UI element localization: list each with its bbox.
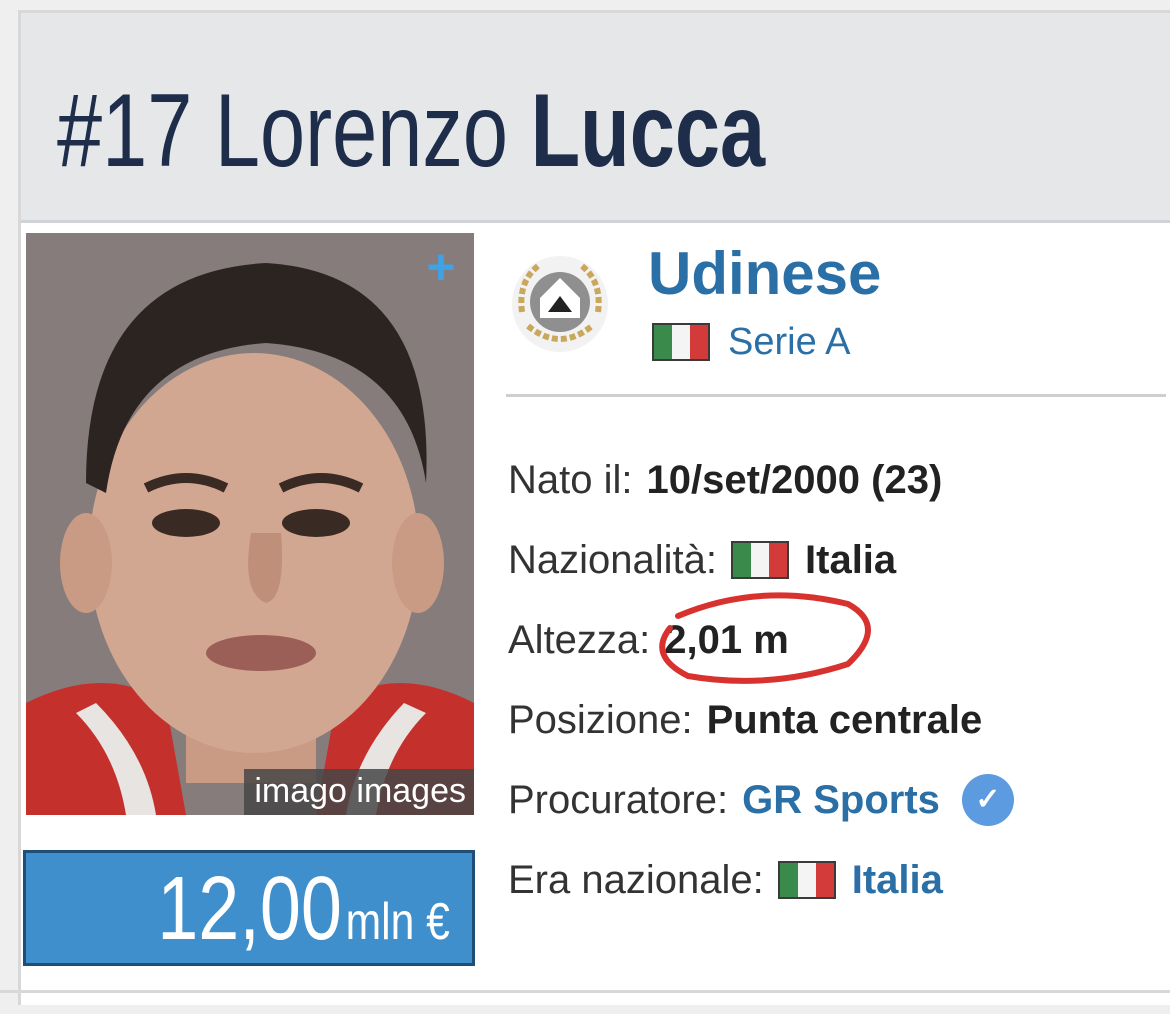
agent-label: Procuratore:	[508, 777, 729, 822]
position-row: Posizione: Punta centrale	[508, 680, 1014, 760]
national-team-label: Era nazionale:	[508, 857, 764, 902]
nationality-label: Nazionalità:	[508, 537, 718, 582]
last-name: Lucca	[530, 73, 766, 189]
league-name: Serie A	[728, 321, 851, 363]
league-link[interactable]: Serie A	[652, 320, 851, 364]
market-value-unit: mln €	[345, 893, 450, 951]
birth-value: 10/set/2000 (23)	[646, 457, 943, 502]
nationality-row: Nazionalità: Italia	[508, 520, 1014, 600]
market-value-amount: 12,00	[157, 859, 343, 959]
verified-check-icon: ✓	[961, 774, 1014, 826]
shirt-number: #17	[57, 73, 193, 189]
nationality-value: Italia	[805, 537, 897, 582]
italy-flag-icon	[652, 323, 710, 361]
national-team-row: Era nazionale: Italia	[508, 840, 1014, 920]
market-value-button[interactable]: 12,00 mln €	[23, 850, 475, 966]
birth-label: Nato il:	[508, 457, 633, 502]
player-title: #17 Lorenzo Lucca	[57, 71, 765, 191]
height-value: 2,01 m	[664, 617, 789, 662]
position-label: Posizione:	[508, 697, 693, 742]
club-crest-icon[interactable]	[508, 252, 612, 356]
photo-credit: imago images	[244, 769, 474, 815]
bottom-border	[0, 990, 1170, 993]
italy-flag-icon	[731, 541, 790, 579]
national-team-link[interactable]: Italia	[852, 858, 943, 903]
agent-link[interactable]: GR Sports	[742, 778, 940, 823]
italy-flag-icon	[777, 861, 836, 899]
agent-row: Procuratore: GR Sports ✓	[508, 760, 1014, 840]
plus-icon[interactable]: +	[420, 242, 462, 292]
birth-row: Nato il: 10/set/2000 (23)	[508, 440, 1014, 520]
player-header: #17 Lorenzo Lucca	[21, 13, 1170, 223]
player-photo[interactable]: + imago images	[26, 233, 474, 815]
club-name-link[interactable]: Udinese	[648, 240, 881, 308]
divider	[506, 394, 1166, 397]
first-name: Lorenzo	[214, 73, 509, 189]
market-value: 12,00 mln €	[157, 855, 450, 963]
height-row: Altezza: 2,01 m	[508, 600, 1014, 680]
player-details: Nato il: 10/set/2000 (23) Nazionalità: I…	[508, 440, 1014, 920]
player-portrait-image	[26, 233, 474, 815]
position-value: Punta centrale	[706, 697, 983, 742]
height-label: Altezza:	[508, 617, 651, 662]
